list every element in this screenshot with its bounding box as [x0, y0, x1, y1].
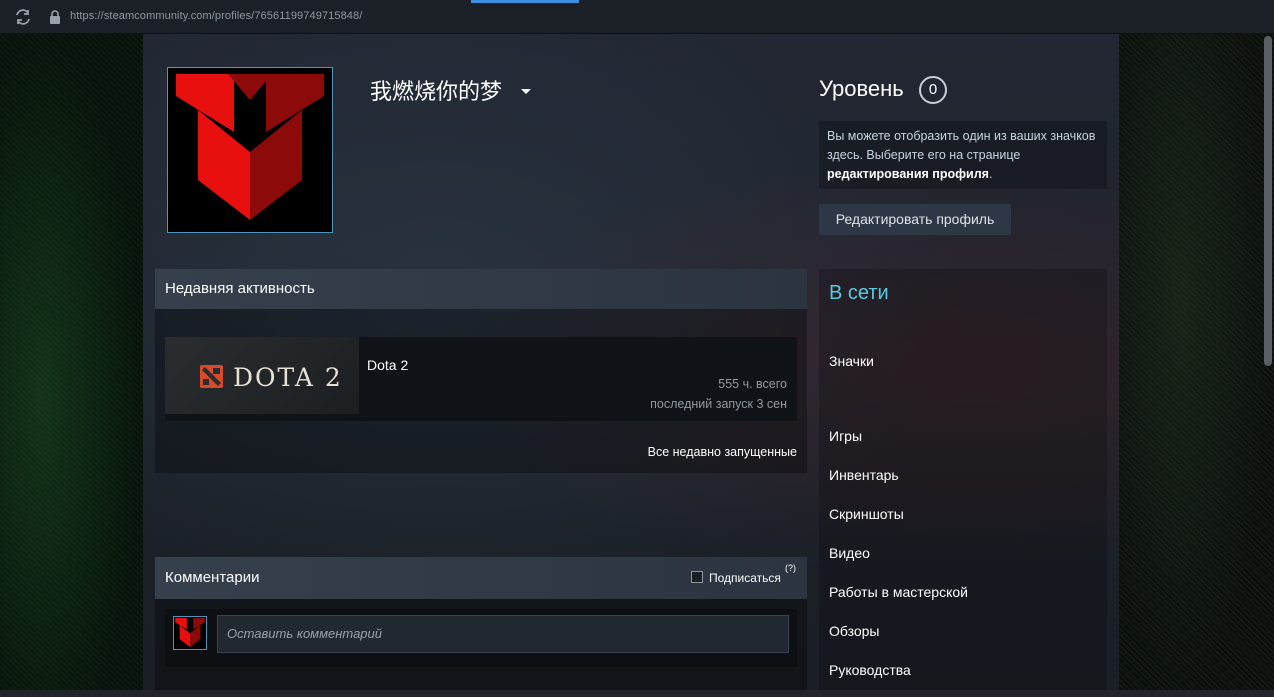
page-scrollbar[interactable] [1264, 36, 1272, 366]
game-name-link[interactable]: Dota 2 [367, 357, 408, 373]
subscribe-label[interactable]: Подписаться [709, 557, 781, 599]
recent-activity-section: Недавняя активность DOTA 2 Dota 2 555 ч.… [155, 269, 807, 473]
reload-icon[interactable] [14, 9, 32, 25]
dota-logo-icon [200, 365, 223, 388]
online-status: В сети [829, 282, 889, 304]
all-recent-games-link[interactable]: Все недавно запущенные [648, 445, 797, 459]
sidebar-item-reviews[interactable]: Обзоры [829, 623, 880, 639]
game-hours: 555 ч. всего [718, 377, 787, 391]
comments-header: Комментарии Подписаться (?) [155, 557, 807, 599]
sidebar-item-videos[interactable]: Видео [829, 545, 870, 561]
persona-name[interactable]: 我燃烧你的梦 [370, 74, 502, 106]
badge-placeholder-text: Вы можете отобразить один из ваших значк… [819, 121, 1107, 189]
badge-info-end: . [988, 167, 993, 181]
page-bottom-edge [0, 690, 1274, 697]
recent-game-card: DOTA 2 Dota 2 555 ч. всего последний зап… [165, 337, 797, 421]
profile-avatar[interactable] [167, 67, 333, 233]
profile-sidebar: В сети Значки Игры Инвентарь Скриншоты В… [819, 269, 1107, 697]
comment-input[interactable]: Оставить комментарий [217, 615, 789, 653]
background-right [1119, 34, 1274, 697]
subscribe-checkbox[interactable] [691, 571, 703, 583]
avatar-emblem-icon [174, 617, 206, 649]
sidebar-item-games[interactable]: Игры [829, 428, 862, 444]
lock-icon [50, 10, 60, 24]
level-label: Уровень [819, 76, 904, 101]
game-capsule[interactable]: DOTA 2 [165, 337, 359, 414]
background-left [0, 34, 143, 697]
comments-section: Комментарии Подписаться (?) Оставить ком… [155, 557, 807, 697]
sidebar-item-badges[interactable]: Значки [829, 353, 874, 369]
sidebar-item-workshop[interactable]: Работы в мастерской [829, 584, 968, 600]
persona-dropdown-icon[interactable] [521, 89, 531, 94]
subscribe-help-link[interactable]: (?) [785, 563, 796, 573]
address-bar-url[interactable]: https://steamcommunity.com/profiles/7656… [70, 10, 362, 22]
level-badge: 0 [919, 76, 947, 104]
recent-activity-title: Недавняя активность [155, 269, 807, 309]
dota-logo-text: DOTA 2 [233, 363, 343, 392]
comment-entry-row: Оставить комментарий [165, 609, 797, 667]
badge-info-text: Вы можете отобразить один из ваших значк… [827, 129, 1096, 162]
sidebar-item-inventory[interactable]: Инвентарь [829, 467, 899, 483]
edit-profile-link[interactable]: редактирования профиля [827, 167, 989, 181]
edit-profile-button[interactable]: Редактировать профиль [819, 204, 1011, 235]
sidebar-item-guides[interactable]: Руководства [829, 662, 911, 678]
sidebar-item-screenshots[interactable]: Скриншоты [829, 506, 904, 522]
avatar-emblem-icon [170, 70, 330, 230]
active-tab-indicator [471, 0, 579, 3]
profile-page: 我燃烧你的梦 Уровень 0 Вы можете отобразить од… [143, 34, 1119, 697]
browser-toolbar: https://steamcommunity.com/profiles/7656… [0, 0, 1274, 34]
game-last-played: последний запуск 3 сен [650, 397, 787, 411]
commenter-avatar [173, 616, 207, 650]
comments-title: Комментарии [165, 569, 260, 586]
